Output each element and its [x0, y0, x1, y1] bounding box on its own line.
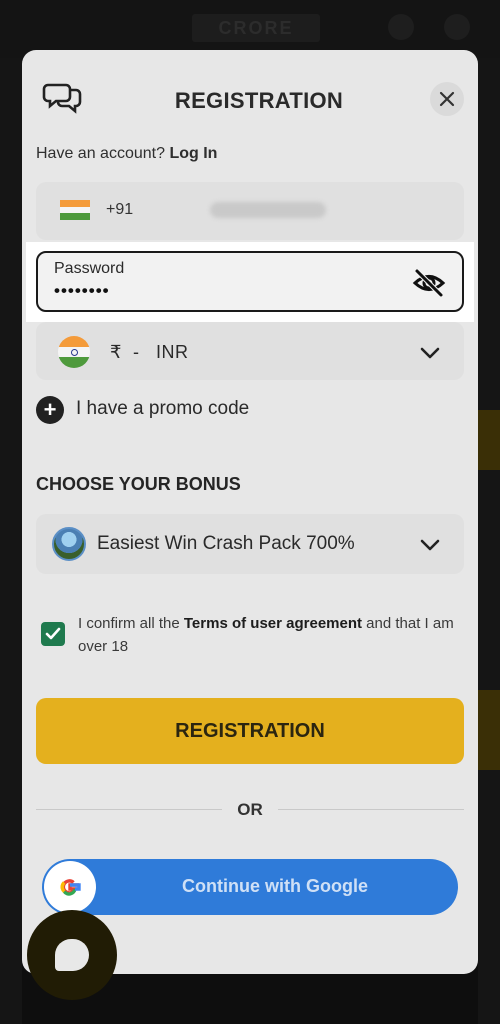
- have-account-text: Have an account?: [36, 145, 165, 162]
- google-button-label: Continue with Google: [182, 876, 368, 896]
- close-button[interactable]: [430, 82, 464, 116]
- currency-value: ₹ - INR: [110, 342, 188, 363]
- plus-icon[interactable]: +: [36, 396, 64, 424]
- promo-code-toggle[interactable]: I have a promo code: [76, 398, 249, 420]
- terms-checkbox[interactable]: [41, 622, 65, 646]
- phone-number-blurred[interactable]: [210, 202, 326, 218]
- chevron-down-icon[interactable]: [420, 347, 440, 359]
- divider-line: [36, 809, 222, 810]
- divider-line: [278, 809, 464, 810]
- registration-button[interactable]: REGISTRATION: [36, 698, 464, 764]
- close-icon: [439, 91, 455, 107]
- bonus-selected-value: Easiest Win Crash Pack 700%: [97, 533, 355, 554]
- login-prompt: Have an account? Log In: [36, 145, 217, 163]
- currency-symbol: ₹: [110, 342, 122, 362]
- terms-link[interactable]: Terms of user agreement: [184, 615, 362, 632]
- phone-country-code: +91: [106, 201, 134, 218]
- chat-icon: [42, 83, 82, 114]
- terms-prefix: I confirm all the: [78, 615, 184, 632]
- bonus-avatar: [52, 527, 86, 561]
- background-accent: [478, 690, 500, 770]
- background-icon: [444, 14, 470, 40]
- eye-off-icon[interactable]: [412, 268, 446, 298]
- india-flag-icon[interactable]: [60, 200, 90, 220]
- background-right-strip: [478, 58, 500, 1024]
- or-divider-label: OR: [237, 800, 263, 819]
- background-left-strip: [0, 58, 22, 1024]
- check-icon: [45, 627, 61, 640]
- chat-bubble-icon: [55, 939, 89, 971]
- currency-select[interactable]: [36, 322, 464, 380]
- currency-code: INR: [155, 342, 189, 362]
- background-icon: [388, 14, 414, 40]
- chat-support-button[interactable]: [27, 910, 117, 1000]
- password-input[interactable]: ••••••••: [54, 281, 110, 301]
- password-label: Password: [54, 260, 125, 277]
- terms-text: I confirm all the Terms of user agreemen…: [78, 612, 463, 658]
- google-icon: [60, 879, 81, 896]
- google-icon-circle: [44, 861, 96, 913]
- currency-separator: -: [132, 342, 140, 362]
- modal-title: REGISTRATION: [174, 88, 344, 113]
- background-logo: CRORE: [192, 14, 320, 42]
- background-accent: [478, 410, 500, 470]
- bonus-heading: CHOOSE YOUR BONUS: [36, 474, 241, 494]
- chevron-down-icon[interactable]: [420, 539, 440, 551]
- india-flag-icon: [58, 336, 90, 368]
- login-link[interactable]: Log In: [169, 145, 217, 162]
